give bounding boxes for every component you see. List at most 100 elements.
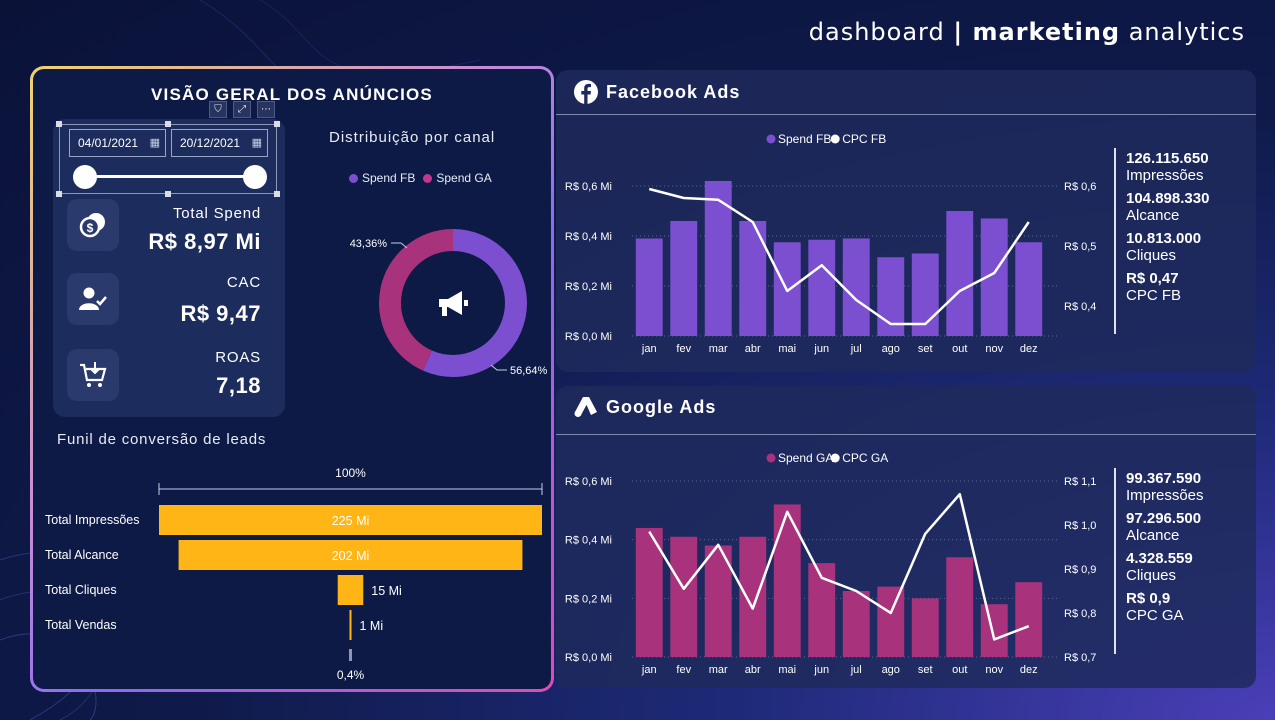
funnel-title: Funil de conversão de leads	[57, 431, 267, 448]
x-tick-label: mai	[778, 664, 796, 676]
x-tick-label: jan	[641, 343, 657, 355]
funnel-conversion-marker	[349, 649, 352, 661]
funnel-value-label: 202 Mi	[332, 549, 370, 563]
y2-tick-label: R$ 0,8	[1064, 608, 1096, 620]
y2-tick-label: R$ 0,9	[1064, 564, 1096, 576]
stat-label: Impressões	[1126, 487, 1204, 504]
x-tick-label: set	[918, 664, 933, 676]
google-chart: Spend GA CPC GA R$ 0,0 Mi R$ 0,2 Mi R$ 0,4 M…	[565, 451, 1097, 676]
bar[interactable]	[842, 591, 870, 657]
stat-value: 4.328.559	[1126, 550, 1193, 567]
x-tick-label: ago	[882, 343, 900, 355]
legend-swatch-line	[830, 134, 840, 144]
y-tick-label: R$ 0,4 Mi	[565, 535, 612, 547]
bar[interactable]	[842, 238, 870, 337]
stat-label: Alcance	[1126, 527, 1180, 544]
kpi-value-roas: 7,18	[216, 373, 261, 398]
x-tick-label: ago	[882, 664, 900, 676]
kpi-value-cac: R$ 9,47	[180, 301, 261, 326]
resize-handle[interactable]	[56, 191, 62, 197]
google-stats: 99.367.590 Impressões 97.296.500 Alcance 4…	[1126, 470, 1204, 630]
resize-handle[interactable]	[165, 121, 171, 127]
filter-icon[interactable]: ⛉	[209, 101, 227, 118]
date-range-end-handle[interactable]	[243, 165, 267, 189]
chart-legend: Spend FB CPC FB	[766, 132, 886, 146]
x-tick-label: abr	[745, 343, 761, 355]
donut-label-fb: 56,64%	[510, 365, 548, 377]
stat-value: 126.115.650	[1126, 150, 1209, 167]
funnel-chart: 100% Total Impressões 225 Mi Total Alcance 2…	[45, 466, 543, 682]
bar[interactable]	[670, 536, 698, 657]
calendar-icon: ▦	[251, 137, 262, 149]
x-tick-label: fev	[676, 664, 691, 676]
funnel-bottom-label: 0,4%	[337, 668, 365, 682]
donut-label-ga: 43,36%	[350, 238, 388, 250]
facebook-header: Facebook Ads	[574, 80, 740, 104]
funnel-category-label: Total Alcance	[45, 548, 119, 562]
date-start-input[interactable]: 04/01/2021 ▦	[69, 129, 166, 157]
facebook-title: Facebook Ads	[606, 81, 741, 102]
funnel-bar[interactable]	[337, 575, 364, 605]
bar[interactable]	[877, 586, 905, 657]
facebook-ads-panel: Facebook Ads Spend FB CPC FB R$ 0,0 Mi R$ 0…	[556, 70, 1256, 372]
legend-label-ga: Spend GA	[436, 171, 492, 185]
focus-mode-icon[interactable]: ⤢	[233, 101, 251, 118]
date-range-track[interactable]	[87, 175, 259, 178]
x-tick-label: jun	[813, 343, 829, 355]
funnel-value-label: 15 Mi	[371, 584, 402, 598]
y2-tick-label: R$ 1,1	[1064, 476, 1096, 488]
stat-value: R$ 0,9	[1126, 590, 1171, 607]
y-tick-label: R$ 0,2 Mi	[565, 593, 612, 605]
donut-chart: 43,36% 56,64%	[350, 229, 548, 377]
legend-label-line: CPC GA	[842, 451, 888, 465]
bar[interactable]	[1015, 242, 1043, 336]
megaphone-icon	[439, 291, 468, 316]
stat-label: Alcance	[1126, 207, 1180, 224]
stat-value: R$ 0,47	[1126, 270, 1179, 287]
donut-title: Distribuição por canal	[329, 129, 496, 146]
leader-line	[490, 364, 507, 371]
coins-icon: $	[67, 199, 119, 251]
panel-title: VISÃO GERAL DOS ANÚNCIOS	[151, 85, 433, 104]
y-tick-label: R$ 0,6 Mi	[565, 181, 612, 193]
x-tick-label: jun	[813, 664, 829, 676]
bar[interactable]	[670, 221, 698, 336]
date-range-start-handle[interactable]	[73, 165, 97, 189]
bar[interactable]	[946, 211, 974, 336]
facebook-stats: 126.115.650 Impressões 104.898.330 Alcance…	[1126, 150, 1209, 310]
resize-handle[interactable]	[56, 121, 62, 127]
more-options-icon[interactable]: ⋯	[257, 101, 275, 118]
stat-value: 99.367.590	[1126, 470, 1202, 487]
user-check-icon	[67, 273, 119, 325]
kpi-label-total-spend: Total Spend	[172, 205, 261, 222]
stats-divider	[1114, 468, 1116, 654]
chart-legend: Spend GA CPC GA	[766, 451, 888, 465]
x-tick-label: abr	[745, 664, 761, 676]
bar[interactable]	[739, 536, 767, 657]
funnel-bar[interactable]	[349, 610, 352, 640]
bar[interactable]	[808, 239, 836, 336]
bar[interactable]	[704, 181, 732, 336]
facebook-chart: Spend FB CPC FB R$ 0,0 Mi R$ 0,2 Mi R$ 0,4 M…	[565, 132, 1097, 355]
y2-tick-label: R$ 0,5	[1064, 241, 1096, 253]
bar[interactable]	[946, 557, 974, 657]
date-end-input[interactable]: 20/12/2021 ▦	[171, 129, 268, 157]
bar[interactable]	[635, 238, 663, 337]
kpi-label-cac: CAC	[226, 274, 261, 291]
resize-handle[interactable]	[274, 121, 280, 127]
x-tick-label: nov	[985, 664, 1003, 676]
x-tick-label: mar	[709, 343, 728, 355]
resize-handle[interactable]	[274, 191, 280, 197]
y-tick-label: R$ 0,6 Mi	[565, 476, 612, 488]
resize-handle[interactable]	[165, 191, 171, 197]
bar[interactable]	[980, 604, 1008, 657]
y-tick-label: R$ 0,0 Mi	[565, 652, 612, 664]
funnel-category-label: Total Vendas	[45, 618, 117, 632]
donut-legend: Spend FB Spend GA	[349, 171, 492, 185]
y2-tick-label: R$ 1,0	[1064, 520, 1096, 532]
bar[interactable]	[1015, 582, 1043, 657]
x-tick-label: nov	[985, 343, 1003, 355]
overview-panel: VISÃO GERAL DOS ANÚNCIOS ⛉ ⤢ ⋯ 04/01/202…	[30, 66, 554, 692]
bar[interactable]	[911, 598, 939, 657]
x-tick-label: jul	[850, 343, 862, 355]
